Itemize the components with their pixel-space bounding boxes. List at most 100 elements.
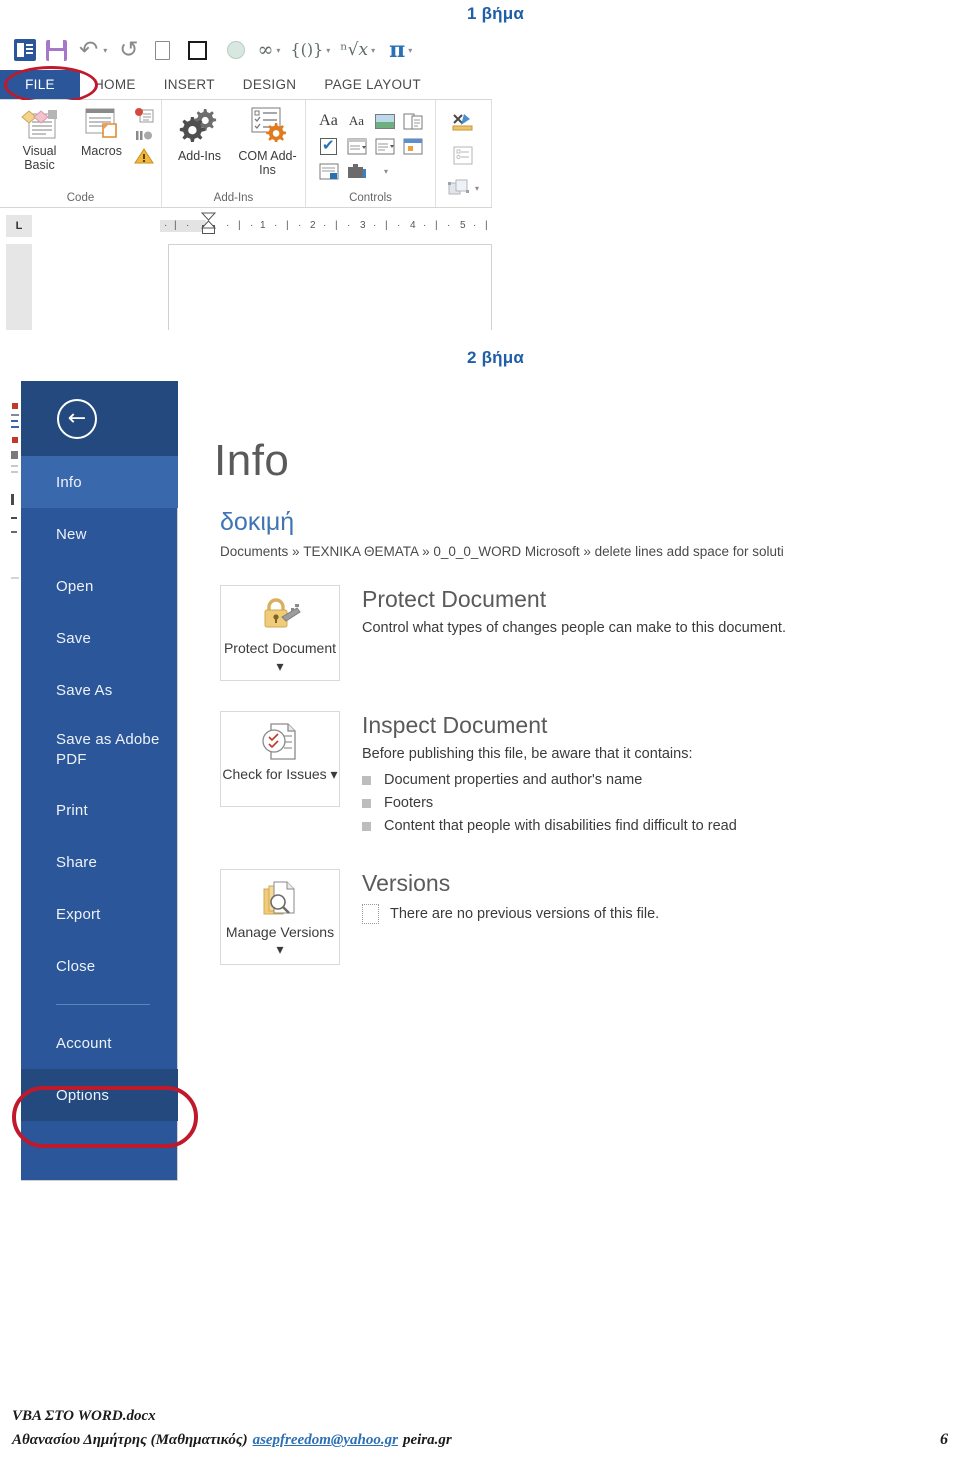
protect-document-text: Protect Document Control what types of c… — [362, 585, 786, 681]
sidebar-item-print[interactable]: Print — [21, 784, 178, 836]
circle-icon[interactable] — [226, 34, 245, 66]
picture-content-control-icon[interactable] — [373, 110, 397, 132]
undo-dropdown-icon[interactable]: ▾ — [100, 34, 107, 66]
macro-security-icon[interactable] — [133, 148, 154, 164]
back-button[interactable]: ← — [21, 381, 178, 456]
sidebar-item-account[interactable]: Account — [21, 1017, 178, 1069]
rich-text-content-control-icon[interactable]: Aa — [317, 110, 341, 132]
repeating-section-content-control-icon[interactable] — [317, 160, 341, 182]
check-for-issues-button[interactable]: Check for Issues ▾ — [220, 711, 340, 807]
footer-email-link[interactable]: asepfreedom@yahoo.gr — [253, 1432, 398, 1449]
macros-button[interactable]: Macros — [72, 106, 132, 159]
backstage-main-pane: Info δοκιμή Documents » ΤΕΧΝΙΚΑ ΘΕΜΑΤΑ »… — [195, 381, 920, 965]
infinity-icon[interactable]: ∞ — [258, 34, 274, 66]
backstage-screenshot: ← Info New Open Save Save As Save as Ado… — [10, 381, 920, 1201]
braces-dropdown-icon[interactable]: ▾ — [323, 34, 330, 66]
sidebar-item-share[interactable]: Share — [21, 836, 178, 888]
sidebar-item-new[interactable]: New — [21, 508, 178, 560]
manage-versions-button-label: Manage Versions ▾ — [225, 923, 335, 958]
sidebar-item-open[interactable]: Open — [21, 560, 178, 612]
pause-recording-icon[interactable] — [134, 128, 152, 143]
building-block-gallery-icon[interactable] — [401, 110, 425, 132]
inspect-document-text: Inspect Document Before publishing this … — [362, 711, 737, 837]
protect-document-description: Control what types of changes people can… — [362, 620, 786, 637]
ruler-row: L · | · · | · 1 · | · 2 · | · 3 · | · 4 … — [0, 208, 492, 244]
protect-document-button[interactable]: Protect Document ▾ — [220, 585, 340, 681]
protect-document-heading: Protect Document — [362, 586, 547, 612]
undo-icon[interactable]: ↶ — [79, 34, 98, 66]
braces-icon[interactable]: {()} — [290, 34, 323, 66]
bullet-square-icon — [362, 821, 371, 831]
ribbon-content: Visual Basic Macros Code Add-Ins COM Add… — [0, 100, 492, 208]
square-icon[interactable] — [187, 34, 207, 66]
plain-text-content-control-icon[interactable]: Aa — [345, 110, 369, 132]
tab-design[interactable]: DESIGN — [229, 70, 311, 99]
document-page-surface[interactable] — [168, 244, 492, 330]
footer-author-row: Αθανασίου Δημήτρης (Μαθηματικός) asepfre… — [12, 1431, 948, 1449]
drop-down-list-content-control-icon[interactable] — [373, 135, 397, 157]
inspect-document-icon — [258, 721, 302, 761]
sidebar-item-save[interactable]: Save — [21, 612, 178, 664]
sidebar-item-export[interactable]: Export — [21, 888, 178, 940]
sidebar-item-info[interactable]: Info — [21, 456, 178, 508]
design-mode-icon[interactable] — [451, 112, 475, 137]
tab-home[interactable]: HOME — [80, 70, 150, 99]
ribbon-screenshot: ↶ ▾ ↺ ∞ ▾ {()} ▾ ⁿ√x ▾ π ▾ FILE HOME INS… — [0, 30, 492, 330]
manage-versions-button[interactable]: Manage Versions ▾ — [220, 868, 340, 965]
word-icon[interactable] — [14, 34, 36, 66]
sidebar-divider — [56, 1004, 150, 1005]
inspect-document-items: Document properties and author's name Fo… — [362, 770, 737, 837]
combo-box-content-control-icon[interactable] — [345, 135, 369, 157]
properties-icon[interactable] — [452, 146, 474, 170]
visual-basic-button[interactable]: Visual Basic — [10, 106, 70, 173]
step-1-label: 1 βήμα — [467, 4, 524, 23]
ribbon-group-label-addins: Add-Ins — [213, 192, 254, 204]
redo-icon[interactable]: ↺ — [119, 34, 138, 66]
list-item: Footers — [362, 793, 737, 814]
lock-key-icon — [258, 595, 302, 635]
sidebar-item-save-as[interactable]: Save As — [21, 664, 178, 716]
radical-icon[interactable]: ⁿ√x — [340, 34, 368, 66]
list-item: Document properties and author's name — [362, 770, 737, 791]
radical-dropdown-icon[interactable]: ▾ — [368, 34, 375, 66]
new-document-icon[interactable] — [154, 34, 170, 66]
date-picker-content-control-icon[interactable] — [401, 135, 425, 157]
sidebar-item-close[interactable]: Close — [21, 940, 178, 992]
ruler-tick-4: 4 — [410, 220, 416, 231]
footer-file-name: VBA ΣΤΟ WORD.docx — [12, 1408, 156, 1424]
tab-page-layout[interactable]: PAGE LAYOUT — [310, 70, 435, 99]
check-box-content-control-icon[interactable] — [317, 135, 341, 157]
com-addins-button[interactable]: COM Add-Ins — [238, 106, 298, 178]
first-line-indent-marker[interactable] — [201, 212, 217, 229]
tab-stop-selector[interactable]: L — [6, 215, 32, 237]
legacy-tools-dropdown-icon[interactable]: ▾ — [373, 160, 397, 182]
ribbon-group-controls: Aa Aa ✔ ▾ Controls — [306, 100, 436, 207]
ruler-tick-2: 2 — [310, 220, 316, 231]
record-macro-icon[interactable] — [134, 108, 153, 123]
horizontal-ruler[interactable]: · | · · | · 1 · | · 2 · | · 3 · | · 4 · … — [160, 212, 492, 234]
ribbon-group-label-mapping — [436, 204, 491, 207]
document-page: 1 βήμα ↶ ▾ ↺ ∞ ▾ {()} ▾ ⁿ√x ▾ π ▾ FILE H… — [0, 0, 960, 1461]
versions-heading: Versions — [362, 869, 451, 896]
ribbon-group-label-controls: Controls — [349, 192, 392, 204]
sidebar-item-options[interactable]: Options — [21, 1069, 178, 1121]
pi-dropdown-icon[interactable]: ▾ — [405, 34, 412, 66]
pi-icon[interactable]: π — [389, 34, 405, 66]
ribbon-group-label-code: Code — [66, 192, 95, 204]
protect-document-section: Protect Document ▾ Protect Document Cont… — [220, 585, 920, 681]
page-title: Info — [214, 436, 290, 485]
addins-button[interactable]: Add-Ins — [170, 106, 230, 164]
tab-file[interactable]: FILE — [0, 70, 80, 99]
quick-access-toolbar: ↶ ▾ ↺ ∞ ▾ {()} ▾ ⁿ√x ▾ π ▾ — [0, 30, 492, 70]
infinity-dropdown-icon[interactable]: ▾ — [273, 34, 280, 66]
sidebar-item-save-as-adobe-pdf[interactable]: Save as Adobe PDF — [21, 716, 178, 784]
document-thumbnail-sliver — [10, 381, 21, 1201]
versions-item-label: There are no previous versions of this f… — [390, 905, 660, 922]
list-item-label: Document properties and author's name — [384, 771, 643, 788]
tab-insert[interactable]: INSERT — [150, 70, 229, 99]
com-addins-label: COM Add-Ins — [238, 149, 297, 177]
save-icon[interactable] — [46, 34, 67, 66]
group-icon[interactable]: ▾ — [447, 179, 479, 197]
legacy-tools-icon[interactable] — [345, 160, 369, 182]
footer-page-number: 6 — [940, 1431, 948, 1448]
